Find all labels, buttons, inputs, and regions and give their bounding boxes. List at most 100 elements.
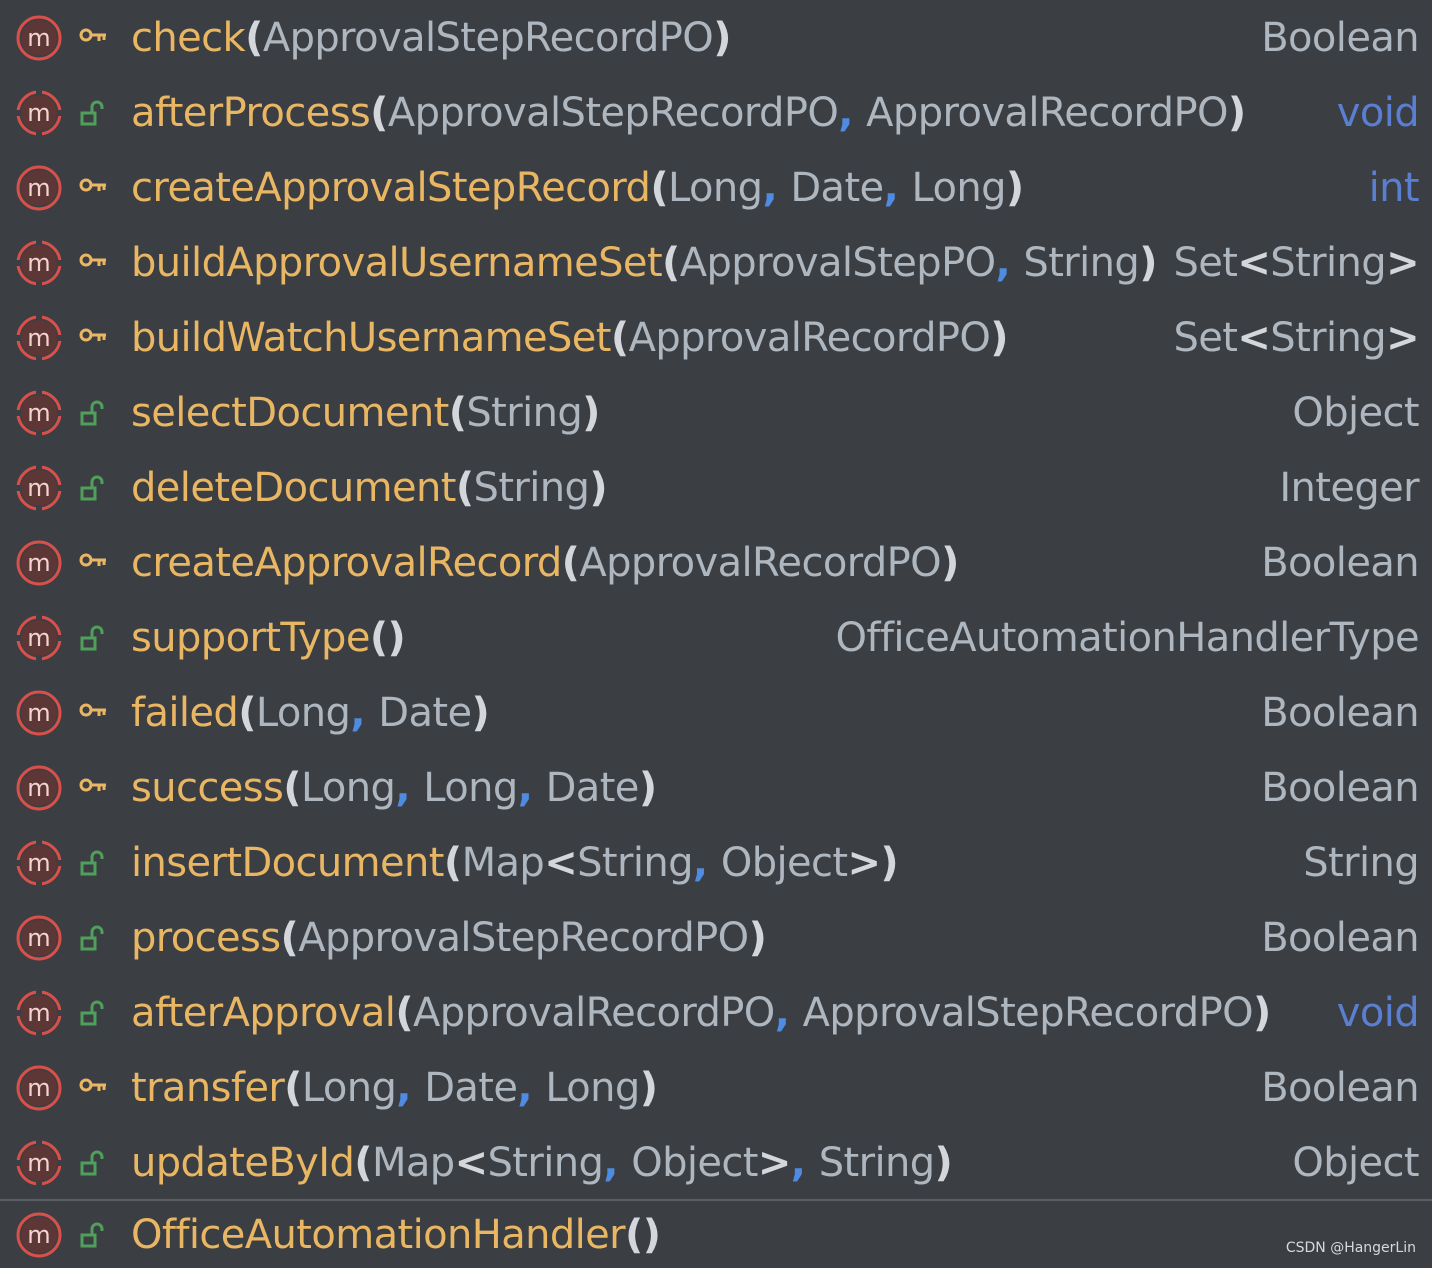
param-type: Map — [461, 839, 545, 886]
method-name: check — [131, 14, 246, 61]
public-lock-icon — [80, 475, 104, 500]
param-type: Long — [301, 1064, 397, 1111]
method-signature: process(ApprovalStepRecordPO) — [131, 915, 767, 961]
generic-bracket: < — [544, 839, 578, 886]
close-paren: ) — [589, 464, 607, 511]
open-paren: ( — [284, 1064, 302, 1111]
method-row-success[interactable]: m success(Long, Long, Date) Boolean — [0, 750, 1432, 825]
watermark: CSDN @HangerLin — [1285, 1240, 1416, 1256]
return-type: Boolean — [1261, 1065, 1419, 1111]
generic-bracket: > — [757, 1139, 792, 1186]
open-paren: ( — [455, 464, 474, 511]
method-row-supportType[interactable]: m supportType() OfficeAutomationHandlerTyp… — [0, 600, 1432, 675]
param-type: Long — [423, 764, 518, 811]
close-paren: ) — [934, 1139, 953, 1186]
open-paren: ( — [354, 1139, 372, 1186]
method-name: afterApproval — [131, 989, 396, 1036]
method-icon: m — [15, 463, 63, 512]
open-paren: ( — [443, 839, 462, 886]
method-icon: m — [15, 313, 63, 362]
close-paren: ) — [713, 14, 731, 61]
method-icon: m — [15, 1138, 63, 1187]
method-row-updateById[interactable]: m updateById(Map<String, Object>, String)… — [0, 1125, 1432, 1200]
param-type: String — [473, 464, 590, 511]
param-separator: , — [838, 89, 867, 136]
method-row-afterProcess[interactable]: m afterProcess(ApprovalStepRecordPO, Appr… — [0, 75, 1432, 150]
public-lock-icon — [80, 100, 104, 125]
method-name: supportType — [131, 614, 370, 661]
method-signature: afterProcess(ApprovalStepRecordPO, Appro… — [131, 90, 1246, 136]
method-row-insertDocument[interactable]: m insertDocument(Map<String, Object>) Stri… — [0, 825, 1432, 900]
return-type: Object — [1292, 1140, 1419, 1186]
generic-bracket: < — [1237, 314, 1271, 361]
return-type: Set<String> — [1173, 240, 1419, 286]
method-signature: check(ApprovalStepRecordPO) — [131, 15, 731, 61]
method-signature: afterApproval(ApprovalRecordPO, Approval… — [131, 990, 1271, 1036]
method-row-afterApproval[interactable]: m afterApproval(ApprovalRecordPO, Approva… — [0, 975, 1432, 1050]
return-type-text: Object — [1292, 389, 1419, 436]
param-separator: , — [517, 1064, 546, 1111]
method-row-deleteDocument[interactable]: m deleteDocument(String) Integer — [0, 450, 1432, 525]
method-name: updateById — [131, 1139, 355, 1186]
method-row-buildWatchUsernameSet[interactable]: m buildWatchUsernameSet(ApprovalRecordPO)… — [0, 300, 1432, 375]
param-type: Date — [790, 164, 884, 211]
close-paren: ) — [1139, 239, 1157, 286]
param-type: Object — [631, 1139, 758, 1186]
method-name: afterProcess — [131, 89, 371, 136]
private-key-icon — [79, 253, 106, 266]
method-icon: m — [15, 388, 63, 437]
param-separator: , — [603, 1139, 632, 1186]
param-type: Long — [668, 164, 763, 211]
method-icon: m — [16, 690, 62, 735]
method-icon: m — [15, 613, 63, 662]
return-type-text: Boolean — [1261, 689, 1419, 736]
svg-text:m: m — [27, 174, 50, 202]
return-type-text: String — [1303, 839, 1419, 886]
method-signature: updateById(Map<String, Object>, String) — [131, 1139, 953, 1186]
generic-bracket: < — [454, 1139, 489, 1186]
param-separator: , — [790, 1139, 819, 1186]
method-row-buildApprovalUsernameSet[interactable]: m buildApprovalUsernameSet(ApprovalStepPO… — [0, 225, 1432, 300]
svg-text:m: m — [27, 399, 50, 427]
method-row-transfer[interactable]: m transfer(Long, Date, Long) Boolean — [0, 1050, 1432, 1125]
param-type: ApprovalRecordPO — [628, 314, 991, 361]
param-separator: , — [995, 239, 1024, 286]
param-type: ApprovalStepRecordPO — [802, 989, 1254, 1036]
method-icon: m — [16, 540, 62, 585]
method-row-createApprovalStepRecord[interactable]: m createApprovalStepRecord(Long, Date, Lo… — [0, 150, 1432, 225]
return-type-text: Boolean — [1261, 539, 1419, 586]
return-type: Object — [1292, 390, 1419, 436]
method-name: OfficeAutomationHandler — [131, 1212, 626, 1258]
param-type: String — [1023, 239, 1140, 286]
return-type-text: Integer — [1279, 464, 1419, 511]
method-row-failed[interactable]: m failed(Long, Date) Boolean — [0, 675, 1432, 750]
close-paren: ) — [639, 1064, 658, 1111]
return-type-text: Object — [1292, 1139, 1419, 1186]
method-row-selectDocument[interactable]: m selectDocument(String) Object — [0, 375, 1432, 450]
svg-text:m: m — [27, 249, 50, 277]
param-type: Object — [720, 839, 848, 886]
param-type: String — [577, 839, 693, 886]
method-row-process[interactable]: m process(ApprovalStepRecordPO) Boolean — [0, 900, 1432, 975]
return-type: Boolean — [1261, 540, 1419, 586]
svg-text:m: m — [27, 1149, 50, 1177]
close-paren: ) — [1253, 989, 1271, 1036]
return-type-text: Boolean — [1261, 914, 1419, 961]
generic-bracket: > — [1386, 239, 1420, 286]
method-row-check[interactable]: m check(ApprovalStepRecordPO) Boolean — [0, 0, 1432, 75]
param-separator: , — [774, 989, 803, 1036]
method-name: success — [131, 764, 284, 811]
return-type-text: Set — [1173, 314, 1238, 361]
open-paren: ( — [448, 389, 467, 436]
method-name: buildApprovalUsernameSet — [131, 239, 663, 286]
return-type: Set<String> — [1173, 315, 1419, 361]
method-name: transfer — [131, 1064, 285, 1111]
method-row-createApprovalRecord[interactable]: m createApprovalRecord(ApprovalRecordPO) B… — [0, 525, 1432, 600]
method-icon: m — [16, 765, 62, 810]
section-divider — [0, 1199, 1432, 1201]
public-lock-icon — [80, 1222, 104, 1248]
constructor-row[interactable]: m OfficeAutomationHandler() — [0, 1202, 1432, 1268]
param-type: Long — [545, 1064, 640, 1111]
generic-bracket: > — [847, 839, 882, 886]
param-type: Long — [911, 164, 1007, 211]
